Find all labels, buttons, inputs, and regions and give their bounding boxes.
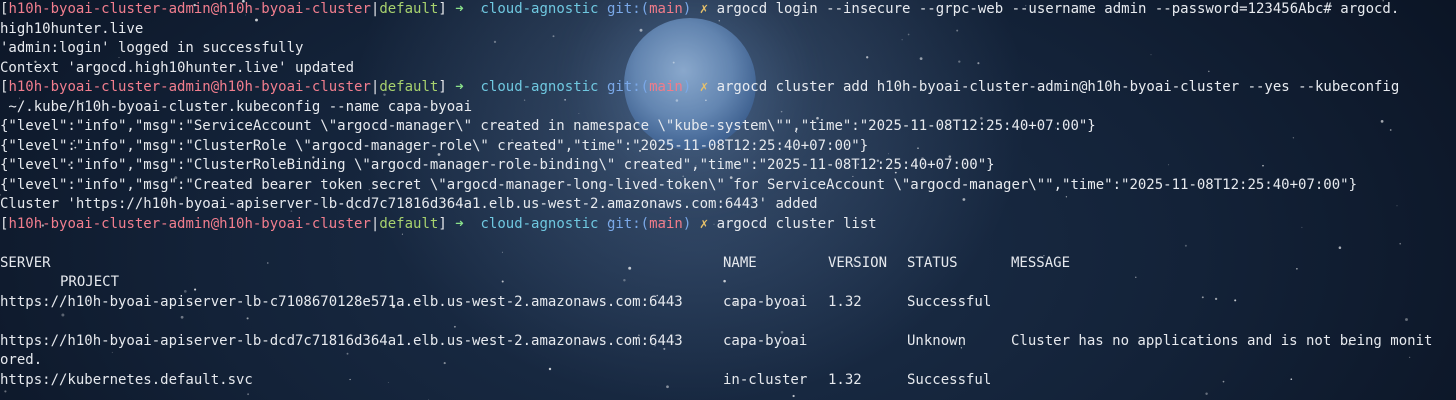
star	[792, 394, 795, 398]
output-line: {"level":"info","msg":"ClusterRoleBindin…	[0, 157, 995, 173]
table-header: SERVER NAME VERSION STATUS MESSAGE	[0, 254, 1456, 274]
star	[247, 393, 249, 396]
prompt-dirty-icon: ✗	[699, 79, 709, 95]
prompt-directory: cloud-agnostic	[480, 215, 599, 232]
header-project: PROJECT	[60, 274, 120, 290]
output-line: Context 'argocd.high10hunter.live' updat…	[0, 59, 355, 76]
cell-status: Successful	[907, 293, 992, 310]
prompt-git-branch: main	[649, 79, 683, 95]
command-text-wrap: high10hunter.live	[0, 20, 144, 37]
header-message: MESSAGE	[1011, 254, 1071, 271]
command-text: argocd cluster add h10h-byoai-cluster-ad…	[716, 79, 1400, 95]
prompt-context: default	[379, 215, 439, 232]
prompt-arrow-icon: ➜	[455, 215, 464, 232]
table-row: https://h10h-byoai-apiserver-lb-dcd7c718…	[0, 332, 1456, 352]
prompt-git-branch: main	[649, 215, 683, 232]
cell-status: Successful	[907, 371, 992, 388]
prompt-arrow-icon: ➜	[455, 1, 464, 17]
table-row: https://h10h-byoai-apiserver-lb-c7108670…	[0, 293, 1456, 313]
command-text: argocd cluster list	[716, 215, 877, 232]
command-text-wrap: ~/.kube/h10h-byoai-cluster.kubeconfig --…	[0, 98, 473, 115]
output-line: {"level":"info","msg":"ServiceAccount \"…	[0, 118, 1096, 134]
prompt-line: [h10h-byoai-cluster-admin@h10h-byoai-clu…	[0, 79, 1400, 95]
prompt-directory: cloud-agnostic	[480, 79, 599, 95]
output-line: Cluster 'https://h10h-byoai-apiserver-lb…	[0, 196, 818, 212]
cell-version: 1.32	[828, 293, 862, 310]
cell-message: Cluster has no applications and is not b…	[1011, 332, 1433, 349]
terminal-output: [h10h-byoai-cluster-admin@h10h-byoai-clu…	[0, 0, 1456, 390]
output-line: 'admin:login' logged in successfully	[0, 40, 304, 56]
header-version: VERSION	[828, 254, 888, 271]
prompt-dirty-icon: ✗	[699, 1, 709, 17]
header-name: NAME	[723, 254, 757, 271]
header-status: STATUS	[907, 254, 958, 271]
prompt-context: default	[379, 79, 439, 95]
prompt-user-host: h10h-byoai-cluster-admin@h10h-byoai-clus…	[8, 1, 371, 17]
cell-server: https://h10h-byoai-apiserver-lb-dcd7c718…	[0, 332, 683, 349]
cell-server: https://h10h-byoai-apiserver-lb-c7108670…	[0, 293, 683, 310]
cell-name: in-cluster	[723, 371, 808, 388]
prompt-directory: cloud-agnostic	[480, 1, 599, 17]
table-row-wrap: ored.	[0, 352, 43, 368]
cell-name: capa-byoai	[723, 293, 808, 310]
prompt-user-host: h10h-byoai-cluster-admin@h10h-byoai-clus…	[8, 79, 371, 95]
terminal-window[interactable]: [h10h-byoai-cluster-admin@h10h-byoai-clu…	[0, 0, 1456, 400]
prompt-line: [h10h-byoai-cluster-admin@h10h-byoai-clu…	[0, 1, 1400, 17]
cell-server: https://kubernetes.default.svc	[0, 371, 253, 388]
cell-version: 1.32	[828, 371, 862, 388]
prompt-line: [h10h-byoai-cluster-admin@h10h-byoai-clu…	[0, 215, 877, 232]
table-row: https://kubernetes.default.svc in-cluster…	[0, 371, 1456, 391]
header-server: SERVER	[0, 254, 51, 271]
prompt-git-branch: main	[649, 1, 683, 17]
prompt-context: default	[379, 1, 439, 17]
cell-name: capa-byoai	[723, 332, 808, 349]
command-text: argocd login --insecure --grpc-web --use…	[716, 1, 1400, 17]
output-line: {"level":"info","msg":"Created bearer to…	[0, 176, 1358, 193]
output-line: {"level":"info","msg":"ClusterRole \"arg…	[0, 137, 869, 154]
table-header-wrap: PROJECT	[0, 273, 1456, 293]
prompt-arrow-icon: ➜	[455, 79, 464, 95]
star	[1205, 392, 1208, 396]
star	[4, 390, 7, 393]
prompt-user-host: h10h-byoai-cluster-admin@h10h-byoai-clus…	[8, 215, 371, 232]
cell-status: Unknown	[907, 332, 967, 349]
prompt-dirty-icon: ✗	[699, 215, 709, 232]
